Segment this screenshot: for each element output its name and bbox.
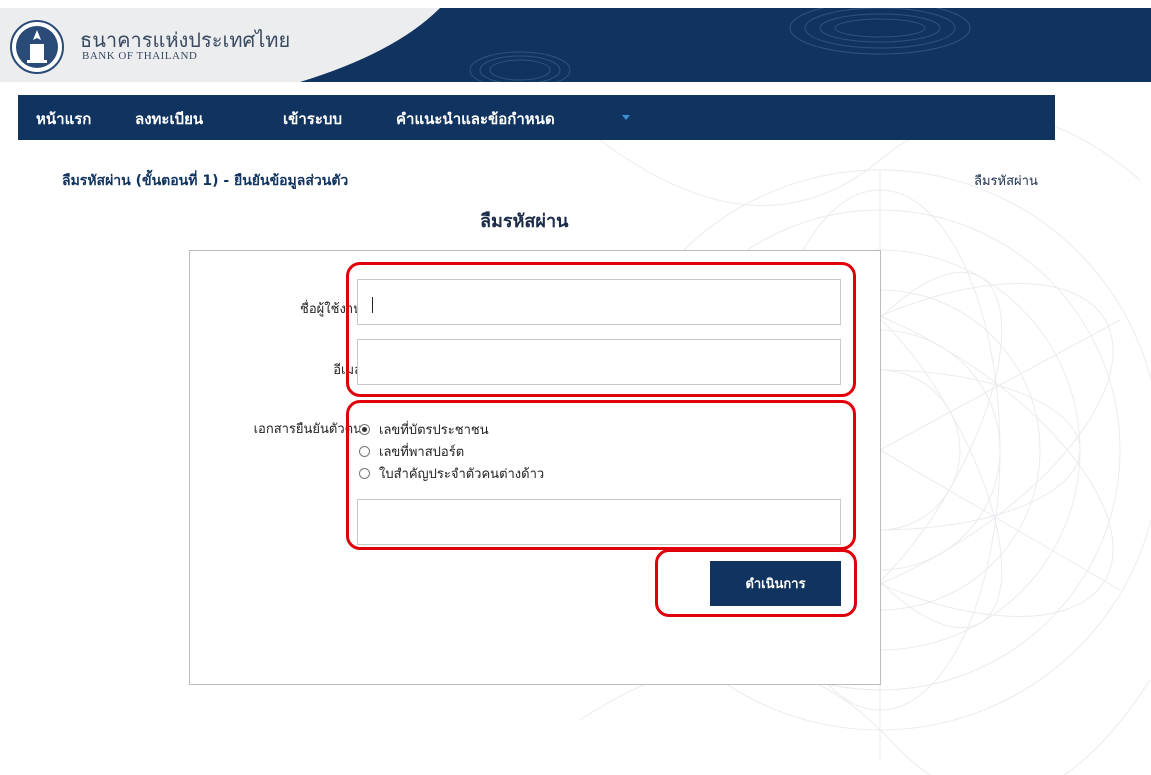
username-label: ชื่อผู้ใช้งาน — [300, 302, 362, 317]
bank-name-english: BANK OF THAILAND — [82, 50, 198, 62]
site-header: ธนาคารแห่งประเทศไทย BANK OF THAILAND — [0, 8, 1151, 82]
username-input[interactable] — [357, 279, 841, 325]
nav-item-guidelines[interactable]: คำแนะนำและข้อกำหนด — [396, 107, 555, 131]
breadcrumb-current: ลืมรหัสผ่าน — [974, 174, 1038, 189]
radio-national-id-label: เลขที่บัตรประชาชน — [379, 423, 489, 438]
nav-item-login[interactable]: เข้าระบบ — [283, 107, 342, 131]
forgot-password-form: ชื่อผู้ใช้งาน อีเมล เอกสารยืนยันตัวตน เล… — [189, 250, 881, 685]
id-document-label: เอกสารยืนยันตัวตน — [253, 422, 362, 437]
email-label: อีเมล — [333, 363, 362, 378]
nav-item-register[interactable]: ลงทะเบียน — [135, 107, 203, 131]
radio-passport-label: เลขที่พาสปอร์ต — [379, 445, 465, 460]
radio-alien-id-label: ใบสำคัญประจำตัวคนต่างด้าว — [379, 467, 545, 482]
nav-item-home[interactable]: หน้าแรก — [36, 107, 91, 131]
radio-national-id[interactable]: เลขที่บัตรประชาชน — [359, 419, 489, 440]
radio-alien-id[interactable]: ใบสำคัญประจำตัวคนต่างด้าว — [359, 463, 544, 484]
radio-passport[interactable]: เลขที่พาสปอร์ต — [359, 441, 464, 462]
radio-selected-icon[interactable] — [359, 424, 370, 435]
radio-unselected-icon[interactable] — [359, 446, 370, 457]
radio-unselected-icon[interactable] — [359, 468, 370, 479]
breadcrumb: ลืมรหัสผ่าน (ขั้นตอนที่ 1) - ยืนยันข้อมู… — [62, 173, 349, 189]
bank-seal-icon — [10, 20, 64, 74]
submit-button[interactable]: ดำเนินการ — [710, 561, 841, 606]
id-number-input[interactable] — [357, 499, 841, 545]
page-title: ลืมรหัสผ่าน — [480, 211, 569, 232]
main-nav: หน้าแรก ลงทะเบียน เข้าระบบ คำแนะนำและข้อ… — [18, 95, 1055, 140]
text-cursor — [372, 297, 373, 313]
chevron-down-icon[interactable] — [622, 115, 630, 120]
email-input[interactable] — [357, 339, 841, 385]
